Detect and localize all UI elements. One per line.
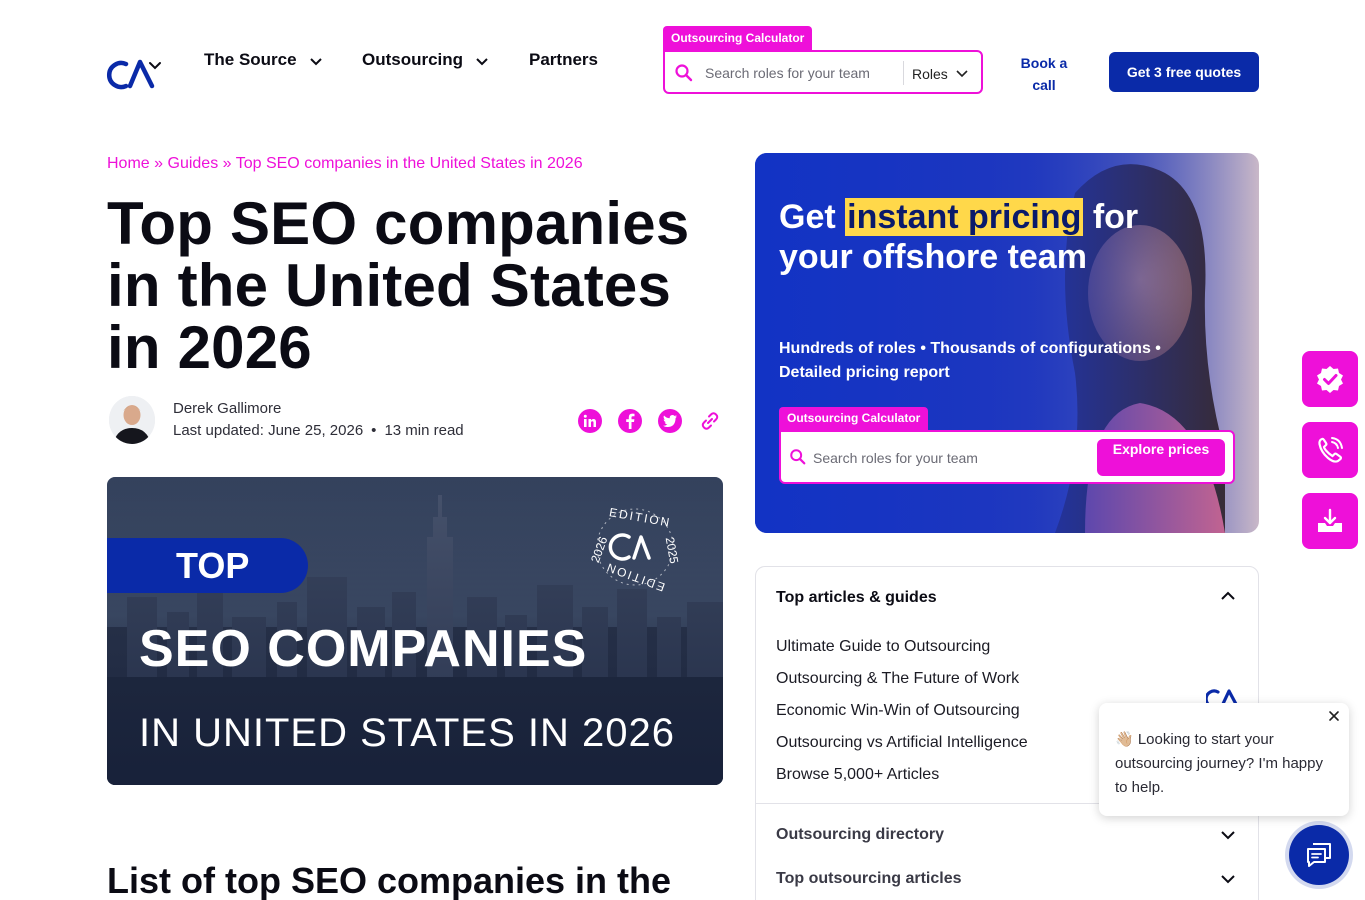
nav-the-source[interactable]: The Source [204,50,323,70]
phone-icon [1318,437,1343,463]
hero-heading: SEO COMPANIES [139,620,588,678]
call-button[interactable] [1302,422,1358,478]
top-outsourcing-articles-toggle[interactable]: Top outsourcing articles [776,870,962,888]
header-calculator: Outsourcing Calculator Search roles for … [663,26,983,94]
section-heading: List of top SEO companies in the [107,860,672,900]
breadcrumb-home[interactable]: Home [107,155,150,172]
breadcrumb-guides[interactable]: Guides [168,155,219,172]
promo-calculator-tab: Outsourcing Calculator [779,407,929,430]
chat-icon [1307,843,1331,867]
download-icon [1318,508,1342,532]
facebook-icon[interactable] [618,409,642,433]
promo-calculator-box[interactable]: Search roles for your team Explore price… [779,430,1235,484]
verified-badge-icon [1317,366,1343,393]
promo-search-input[interactable]: Search roles for your team [813,450,978,466]
chevron-down-icon [309,58,322,66]
calculator-search-box[interactable]: Search roles for your team Roles [663,50,983,94]
chat-popup[interactable]: 👋🏼 Looking to start your outsourcing jou… [1099,703,1349,816]
panel-article-link[interactable]: Outsourcing vs Artificial Intelligence [776,727,1028,759]
pricing-promo-card: Get instant pricing for your offshore te… [755,153,1259,533]
chevron-down-icon[interactable] [1220,874,1236,884]
roles-label: Roles [912,66,948,82]
search-icon [790,449,806,465]
promo-heading-highlight: instant pricing [845,198,1084,236]
chevron-down-icon [476,58,488,66]
download-button[interactable] [1302,493,1358,549]
panel-article-link[interactable]: Outsourcing & The Future of Work [776,663,1028,695]
book-call-link[interactable]: Book a call [1010,52,1078,96]
roles-dropdown[interactable]: Roles [912,66,968,82]
breadcrumb-separator: » [222,155,232,172]
promo-heading: Get instant pricing for your offshore te… [779,197,1139,277]
page-title: Top SEO companies in the United States i… [107,190,690,381]
author-name[interactable]: Derek Gallimore [173,400,281,417]
close-icon[interactable] [1327,709,1341,723]
panel-heading[interactable]: Top articles & guides [776,589,937,607]
last-updated: Last updated: June 25, 2026 [173,422,364,439]
chevron-up-icon[interactable] [1220,591,1236,601]
promo-heading-pre: Get [779,198,846,236]
chat-message: 👋🏼 Looking to start your outsourcing jou… [1115,731,1323,796]
author-avatar [109,396,155,444]
link-icon[interactable] [698,409,722,433]
twitter-icon[interactable] [658,409,682,433]
linkedin-icon[interactable] [578,409,602,433]
verified-badge-button[interactable] [1302,351,1358,407]
nav-label: Outsourcing [362,50,464,69]
promo-subtext: Hundreds of roles • Thousands of configu… [779,340,1161,381]
breadcrumb-separator: » [154,155,164,172]
panel-article-list: Ultimate Guide to Outsourcing Outsourcin… [776,631,1028,791]
divider [903,61,904,85]
hero-top-label: TOP [107,538,308,593]
article-meta: Last updated: June 25, 2026 • 13 min rea… [173,422,464,439]
hero-subheading: IN UNITED STATES IN 2026 [139,711,675,755]
panel-article-link[interactable]: Browse 5,000+ Articles [776,759,1028,791]
nav-label: The Source [204,50,297,69]
nav-outsourcing[interactable]: Outsourcing [362,50,489,70]
breadcrumb: Home » Guides » Top SEO companies in the… [107,155,583,173]
outsourcing-directory-toggle[interactable]: Outsourcing directory [776,826,944,844]
nav-label: Partners [529,50,598,69]
panel-article-link[interactable]: Economic Win-Win of Outsourcing [776,695,1028,727]
hero-image: EDITION 2026 2025 EDITION TOP SEO COMPAN… [107,477,723,785]
search-icon [675,64,693,82]
chat-launcher-button[interactable] [1289,825,1349,885]
breadcrumb-current[interactable]: Top SEO companies in the United States i… [236,155,583,172]
explore-prices-button[interactable]: Explore prices [1097,439,1225,476]
meta-dot: • [371,422,377,439]
read-time: 13 min read [384,422,464,439]
chevron-down-icon [956,70,968,78]
panel-article-link[interactable]: Ultimate Guide to Outsourcing [776,631,1028,663]
get-quotes-button[interactable]: Get 3 free quotes [1109,52,1259,92]
site-logo[interactable] [106,56,164,90]
chevron-down-icon[interactable] [1220,830,1236,840]
nav-partners[interactable]: Partners [529,50,598,70]
calculator-tab-label: Outsourcing Calculator [663,26,813,50]
search-input[interactable]: Search roles for your team [705,65,870,81]
page: The Source Outsourcing Partners Outsourc… [0,0,1365,900]
